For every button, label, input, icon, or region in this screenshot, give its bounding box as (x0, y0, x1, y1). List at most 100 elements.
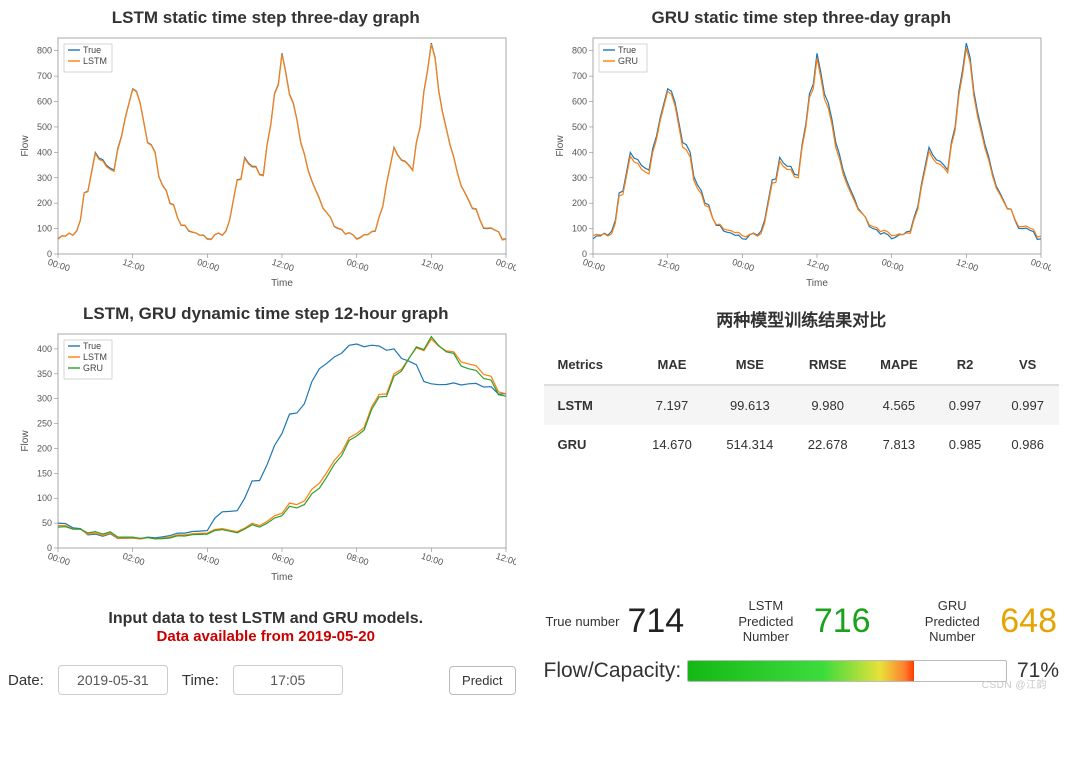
time-input[interactable] (233, 665, 343, 695)
svg-text:200: 200 (572, 198, 587, 208)
table-header-row: MetricsMAEMSERMSEMAPER2VS (544, 345, 1060, 385)
lstm-pred-label: LSTM Predicted Number (726, 598, 806, 645)
svg-text:LSTM: LSTM (83, 352, 107, 362)
input-form-panel: Input data to test LSTM and GRU models. … (8, 594, 524, 695)
lstm-pred-value: 716 (814, 604, 871, 638)
svg-text:400: 400 (37, 147, 52, 157)
form-title-line1: Input data to test LSTM and GRU models. (8, 610, 524, 628)
svg-text:300: 300 (37, 173, 52, 183)
flow-capacity-bar (687, 660, 1007, 682)
metrics-panel: 两种模型训练结果对比 MetricsMAEMSERMSEMAPER2VS LST… (544, 300, 1060, 584)
results-panel: True number 714 LSTM Predicted Number 71… (544, 594, 1060, 695)
form-row: Date: Time: Predict (8, 665, 524, 695)
svg-text:12:00: 12:00 (420, 257, 445, 273)
svg-text:00:00: 00:00 (881, 257, 906, 273)
svg-text:12:00: 12:00 (270, 257, 295, 273)
svg-text:Flow: Flow (20, 430, 31, 452)
svg-text:12:00: 12:00 (121, 257, 146, 273)
svg-text:50: 50 (42, 518, 52, 528)
svg-text:00:00: 00:00 (582, 257, 607, 273)
table-cell: 0.985 (934, 425, 997, 464)
dynamic-12h-chart: 05010015020025030035040000:0002:0004:000… (16, 326, 516, 584)
svg-text:Flow: Flow (20, 135, 31, 157)
svg-text:06:00: 06:00 (270, 551, 295, 567)
form-title-line2: Data available from 2019-05-20 (8, 628, 524, 645)
svg-text:00:00: 00:00 (196, 257, 221, 273)
svg-text:02:00: 02:00 (121, 551, 146, 567)
svg-text:Time: Time (271, 572, 293, 583)
table-header-cell: MAPE (864, 345, 934, 385)
svg-text:00:00: 00:00 (345, 257, 370, 273)
gru-pred-label: GRU Predicted Number (912, 598, 992, 645)
svg-text:12:00: 12:00 (657, 257, 682, 273)
svg-text:100: 100 (572, 224, 587, 234)
true-number-label: True number (546, 614, 620, 630)
table-cell: 14.670 (636, 425, 709, 464)
table-cell: 0.986 (996, 425, 1059, 464)
table-header-cell: VS (996, 345, 1059, 385)
svg-text:00:00: 00:00 (46, 551, 71, 567)
date-input[interactable] (58, 665, 168, 695)
gru-3day-panel: GRU static time step three-day graph 010… (544, 4, 1060, 290)
svg-text:00:00: 00:00 (494, 257, 515, 273)
gru-pred-block: GRU Predicted Number 648 (912, 598, 1057, 645)
table-cell: 7.813 (864, 425, 934, 464)
flow-capacity-label: Flow/Capacity: (544, 659, 682, 683)
svg-text:500: 500 (37, 122, 52, 132)
svg-text:200: 200 (37, 443, 52, 453)
time-label: Time: (182, 672, 219, 689)
svg-text:500: 500 (572, 122, 587, 132)
table-header-cell: MAE (636, 345, 709, 385)
true-number-block: True number 714 (546, 604, 685, 638)
svg-text:08:00: 08:00 (345, 551, 370, 567)
table-cell: GRU (544, 425, 636, 464)
table-cell: 99.613 (708, 385, 791, 425)
svg-text:350: 350 (37, 369, 52, 379)
svg-text:True: True (83, 341, 101, 351)
table-cell: 514.314 (708, 425, 791, 464)
metrics-table: MetricsMAEMSERMSEMAPER2VS LSTM7.19799.61… (544, 345, 1060, 464)
svg-text:800: 800 (37, 46, 52, 56)
table-row: GRU14.670514.31422.6787.8130.9850.986 (544, 425, 1060, 464)
svg-text:Time: Time (271, 278, 293, 289)
svg-text:600: 600 (572, 97, 587, 107)
lstm-3day-panel: LSTM static time step three-day graph 01… (8, 4, 524, 290)
date-label: Date: (8, 672, 44, 689)
svg-text:00:00: 00:00 (46, 257, 71, 273)
table-title: 两种模型训练结果对比 (544, 300, 1060, 345)
table-header-cell: R2 (934, 345, 997, 385)
gru-pred-value: 648 (1000, 604, 1057, 638)
predict-button[interactable]: Predict (449, 666, 515, 695)
chart-title: LSTM, GRU dynamic time step 12-hour grap… (83, 300, 449, 326)
table-cell: 7.197 (636, 385, 709, 425)
svg-text:800: 800 (572, 46, 587, 56)
svg-text:GRU: GRU (83, 363, 103, 373)
svg-text:700: 700 (572, 71, 587, 81)
table-cell: 0.997 (996, 385, 1059, 425)
form-title-block: Input data to test LSTM and GRU models. … (8, 594, 524, 665)
svg-text:00:00: 00:00 (1030, 257, 1051, 273)
svg-text:400: 400 (572, 147, 587, 157)
svg-text:12:00: 12:00 (955, 257, 980, 273)
svg-text:Flow: Flow (555, 135, 566, 157)
svg-text:12:00: 12:00 (494, 551, 515, 567)
svg-text:300: 300 (37, 394, 52, 404)
svg-text:LSTM: LSTM (83, 56, 107, 66)
table-header-cell: Metrics (544, 345, 636, 385)
svg-text:10:00: 10:00 (420, 551, 445, 567)
svg-text:100: 100 (37, 493, 52, 503)
lstm-pred-block: LSTM Predicted Number 716 (726, 598, 871, 645)
table-row: LSTM7.19799.6139.9804.5650.9970.997 (544, 385, 1060, 425)
table-header-cell: RMSE (791, 345, 864, 385)
svg-text:12:00: 12:00 (806, 257, 831, 273)
table-cell: 4.565 (864, 385, 934, 425)
svg-text:Time: Time (806, 278, 828, 289)
svg-text:200: 200 (37, 198, 52, 208)
svg-text:GRU: GRU (618, 56, 638, 66)
table-cell: 9.980 (791, 385, 864, 425)
table-cell: 22.678 (791, 425, 864, 464)
svg-text:300: 300 (572, 173, 587, 183)
flow-capacity-pct: 71% (1013, 659, 1059, 683)
svg-text:00:00: 00:00 (731, 257, 756, 273)
svg-text:04:00: 04:00 (196, 551, 221, 567)
